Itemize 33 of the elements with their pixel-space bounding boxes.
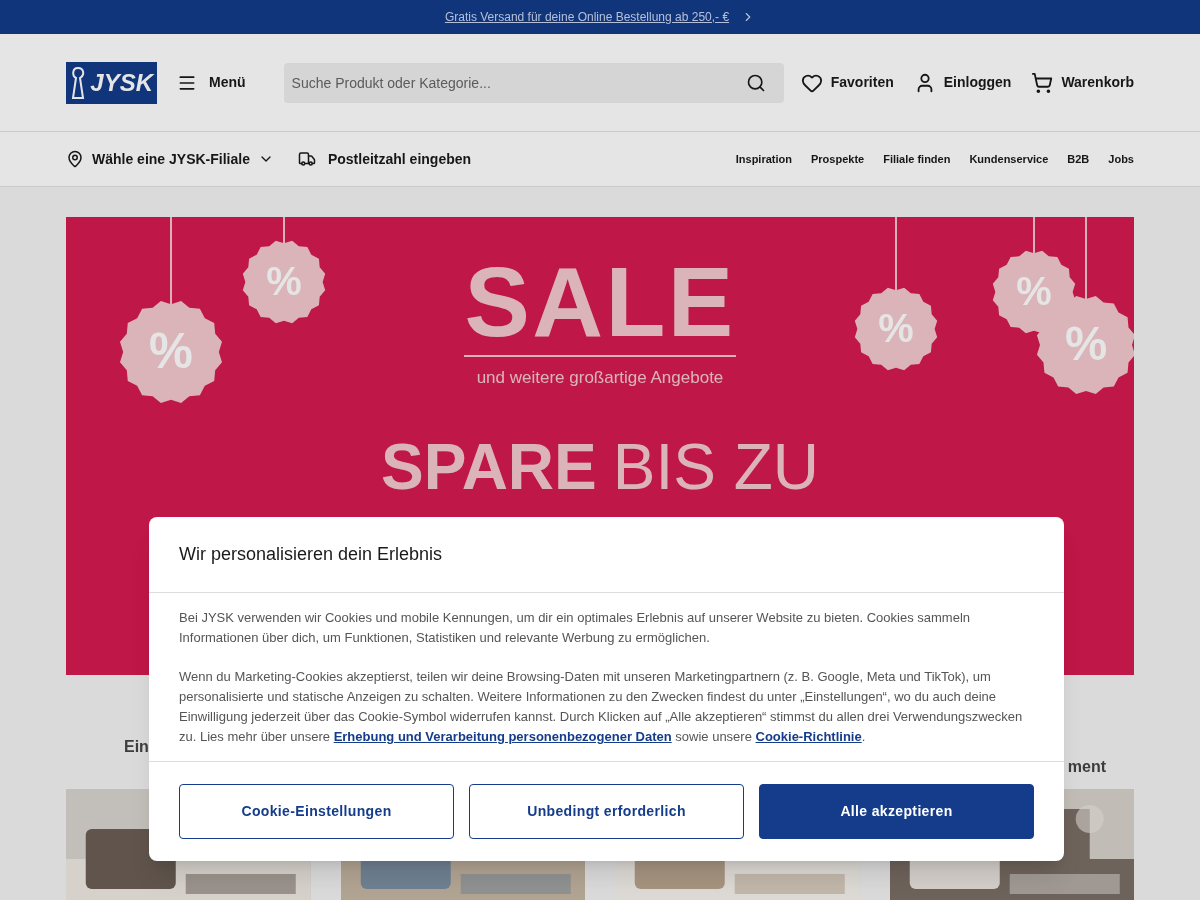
truck-icon [297,150,316,168]
cookie-button[interactable]: Cookie-Einstellungen [179,784,454,839]
header-action-link[interactable]: Favoriten [800,71,894,94]
search-icon[interactable] [745,72,766,93]
headline-bold: SPARE [381,434,597,499]
sale-title: SALE [464,253,736,357]
cookie-paragraph: Bei JYSK verwenden wir Cookies und mobile Kennungen, um dir ein optimales Erlebnis auf unserer Website zu bieten. Cookies sammeln Informationen über dich, um Funktionen, Statistiken und relevante Werbung zu ermöglichen. [179,609,971,647]
postcode-link[interactable]: Postleitzahl eingeben [297,148,472,170]
location-pin-icon [66,150,84,168]
section-heading: Ein [124,737,149,757]
nav-link[interactable]: B2B [1067,150,1090,168]
nav-link[interactable]: Kundenservice [969,150,1049,168]
search-field[interactable]: Suche Produkt oder Kategorie... [283,62,784,103]
cookie-button[interactable]: Unbedingt erforderlich [469,784,744,839]
policy-link[interactable]: Cookie-Richtlinie [755,729,862,744]
nav-link[interactable]: Filiale finden [883,150,951,168]
logo[interactable]: JYSK [66,61,157,104]
store-selector[interactable]: Wähle eine JYSK-Filiale [66,148,274,170]
menu-button[interactable]: Menü [177,72,246,93]
section-heading: ment [1067,757,1106,777]
dialog-title: Wir personalisieren dein Erlebnis [149,517,1064,593]
cookie-button[interactable]: Alle akzeptieren [759,784,1034,839]
cart-icon [1031,71,1054,94]
nav-link[interactable]: Inspiration [735,150,792,168]
logo-text: JYSK [90,67,153,98]
headline-light: BIS ZU [612,434,819,499]
sale-subtitle: und weitere großartige Angebote [476,367,724,389]
promo-link[interactable]: Gratis Versand für deine Online Bestellung ab 250,- € [444,8,730,26]
nav-link[interactable]: Prospekte [811,150,865,168]
header-action-link[interactable]: Einloggen [913,71,1012,94]
nav-link[interactable]: Jobs [1108,150,1134,168]
policy-link[interactable]: Erhebung und Verarbeitung personenbezogener Daten [333,729,672,744]
header-action-link[interactable]: Warenkorb [1031,71,1134,94]
